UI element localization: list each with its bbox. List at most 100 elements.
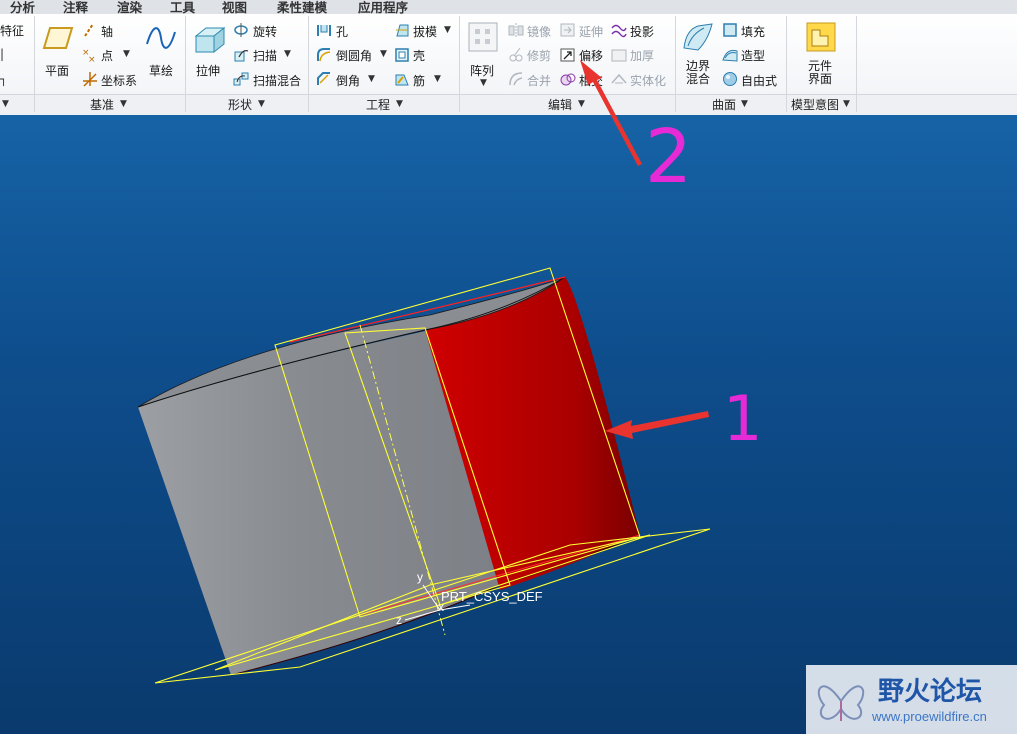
separator (786, 16, 787, 112)
chevron-down-icon[interactable]: ▼ (368, 74, 375, 84)
extrude-button[interactable]: 拉伸 (196, 62, 220, 79)
sweep-button[interactable]: 扫描 (253, 47, 277, 64)
shell-icon (395, 48, 409, 62)
chevron-down-icon[interactable]: ▼ (741, 99, 748, 109)
chevron-down-icon[interactable]: ▼ (120, 99, 127, 109)
chevron-down-icon[interactable]: ▼ (843, 99, 850, 109)
freestyle-button[interactable]: 自由式 (741, 72, 777, 89)
extend-button[interactable]: 延伸 (579, 23, 603, 40)
style-icon (722, 49, 738, 62)
swept-blend-icon (233, 72, 249, 86)
graphics-viewport[interactable]: PRT_CSYS_DEF y z x 1 (0, 115, 1017, 734)
ribbon-tab-bar: 分析 注释 渲染 工具 视图 柔性建模 应用程序 (0, 0, 1017, 15)
chevron-down-icon[interactable]: ▼ (284, 49, 291, 59)
chevron-down-icon[interactable]: ▼ (396, 99, 403, 109)
axis-button[interactable]: 轴 (101, 23, 113, 40)
plane-button[interactable]: 平面 (45, 62, 69, 79)
chevron-down-icon[interactable]: ▼ (380, 49, 387, 59)
mirror-button[interactable]: 镜像 (527, 23, 551, 40)
project-icon (611, 24, 627, 38)
watermark-name: 野火论坛 (878, 677, 983, 707)
extrude-icon (194, 26, 226, 54)
draft-button[interactable]: 拔模 (413, 23, 437, 40)
chevron-down-icon[interactable]: ▼ (434, 74, 441, 84)
csys-axis-y: y (417, 570, 423, 584)
point-icon: ×× (82, 48, 96, 63)
plane-icon (42, 27, 74, 49)
revolve-button[interactable]: 旋转 (253, 23, 277, 40)
group-engineering-label: 工程 (366, 98, 391, 112)
project-button[interactable]: 投影 (630, 23, 654, 40)
separator (185, 16, 186, 112)
chamfer-button[interactable]: 倒角 (336, 72, 360, 89)
round-button[interactable]: 倒圆角 (336, 47, 372, 64)
rib-button[interactable]: 筋 (413, 72, 425, 89)
partial-feature-button[interactable]: 特征 (0, 22, 24, 39)
sketch-icon (146, 27, 176, 49)
separator (856, 16, 857, 112)
separator (459, 16, 460, 112)
boundary-blend-icon (683, 23, 713, 51)
trim-icon (509, 47, 523, 62)
sketch-button[interactable]: 草绘 (149, 62, 173, 79)
boundary-blend-label-line2: 混合 (686, 72, 711, 86)
hole-icon (317, 25, 331, 36)
csys-icon (83, 72, 97, 87)
chevron-down-icon[interactable]: ▼ (480, 78, 487, 88)
shell-button[interactable]: 壳 (413, 47, 425, 64)
freestyle-icon (723, 72, 737, 86)
chevron-down-icon[interactable]: ▼ (2, 99, 9, 109)
chamfer-icon (317, 72, 330, 85)
component-interface-icon (806, 22, 836, 52)
hole-button[interactable]: 孔 (336, 23, 348, 40)
csys-label[interactable]: PRT_CSYS_DEF (441, 589, 543, 604)
mirror-icon (508, 23, 524, 37)
pattern-button[interactable]: 阵列 (470, 62, 494, 79)
revolve-icon (234, 23, 248, 37)
sweep-icon (234, 50, 249, 62)
component-interface-label-line1: 元件 (808, 59, 833, 73)
point-button[interactable]: 点 (101, 47, 113, 64)
fill-button[interactable]: 填充 (741, 23, 765, 40)
watermark-url: www.proewildfire.cn (872, 709, 987, 724)
component-interface-label-line2: 界面 (808, 72, 833, 86)
style-button[interactable]: 造型 (741, 47, 765, 64)
watermark: 野火论坛 www.proewildfire.cn (806, 665, 1017, 734)
offset-icon (560, 48, 575, 62)
rib-icon (395, 74, 409, 86)
arrow-annotation-1-icon (605, 411, 709, 439)
axis-icon (84, 23, 94, 37)
partial-item: | (0, 47, 5, 61)
component-interface-button[interactable]: 元件 界面 (808, 60, 832, 86)
chevron-down-icon[interactable]: ▼ (123, 49, 130, 59)
round-icon (317, 48, 331, 62)
separator (34, 16, 35, 112)
pattern-icon (468, 22, 498, 52)
arrow-annotation-2-icon (580, 60, 642, 166)
boundary-blend-label-line1: 边界 (686, 59, 711, 73)
group-model-intent-label: 模型意图 (791, 98, 840, 112)
intersect-icon (560, 73, 576, 86)
swept-blend-button[interactable]: 扫描混合 (253, 72, 301, 89)
csys-axis-z: z (396, 613, 402, 627)
separator (308, 16, 309, 112)
csys-button[interactable]: 坐标系 (101, 72, 137, 89)
svg-text:×: × (88, 55, 96, 63)
model-canvas[interactable]: PRT_CSYS_DEF y z x 1 (0, 115, 1017, 734)
extend-icon (560, 23, 575, 37)
partial-item: ┐ (0, 72, 8, 86)
ribbon-group-label-bar (0, 94, 1017, 116)
separator (675, 16, 676, 112)
group-surfaces-label: 曲面 (712, 98, 737, 112)
butterfly-logo-icon (817, 685, 865, 721)
annotation-number-2: 2 (645, 114, 693, 200)
merge-button[interactable]: 合并 (527, 72, 551, 89)
boundary-blend-button[interactable]: 边界 混合 (686, 60, 710, 86)
fill-icon (723, 23, 737, 37)
trim-button[interactable]: 修剪 (527, 47, 551, 64)
merge-icon (509, 72, 523, 86)
chevron-down-icon[interactable]: ▼ (444, 25, 451, 35)
group-datum-label: 基准 (90, 98, 115, 112)
draft-icon (396, 24, 409, 37)
chevron-down-icon[interactable]: ▼ (258, 99, 265, 109)
